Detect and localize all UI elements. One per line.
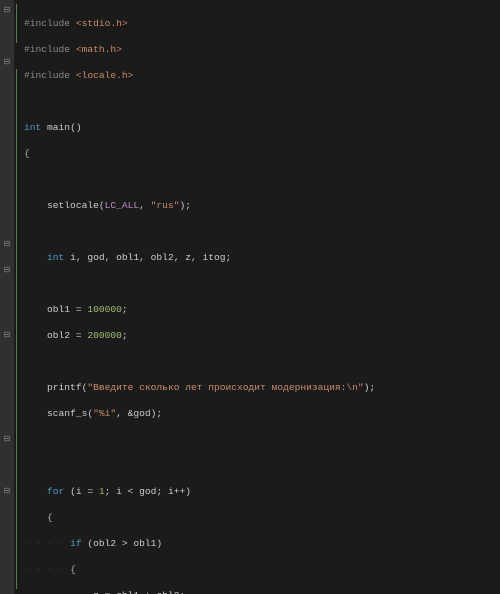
code-line: { [24,147,473,160]
code-line: #include <stdio.h> [24,17,473,30]
fold-icon[interactable]: ⊟ [0,433,14,446]
code-line: · · · · · · z = obl1 + obl2; [24,589,473,594]
code-line: · · · · if (obl2 > obl1) [24,537,473,550]
code-line: scanf_s("%i", &god); [24,407,473,420]
code-line: #include <locale.h> [24,69,473,82]
fold-icon[interactable]: ⊟ [0,264,14,277]
code-line: obl1 = 100000; [24,303,473,316]
fold-icon[interactable]: ⊟ [0,329,14,342]
code-line: { [24,511,473,524]
code-line: setlocale(LC_ALL, "rus"); [24,199,473,212]
fold-icon[interactable]: ⊟ [0,56,14,69]
code-line: #include <math.h> [24,43,473,56]
fold-gutter: ⊟ ⊟ ⊟ ⊟ ⊟ ⊟ ⊟ [0,0,14,594]
code-line: int i, god, obl1, obl2, z, itog; [24,251,473,264]
code-line: for (i = 1; i < god; i++) [24,485,473,498]
indent-guides [14,0,20,594]
fold-icon[interactable]: ⊟ [0,485,14,498]
code-editor[interactable]: ⊟ ⊟ ⊟ ⊟ ⊟ ⊟ ⊟ #include <stdio.h> #includ… [0,0,500,594]
code-line: int main() [24,121,473,134]
fold-icon[interactable]: ⊟ [0,4,14,17]
fold-icon[interactable]: ⊟ [0,238,14,251]
code-line: printf("Введите сколько лет происходит м… [24,381,473,394]
code-line: obl2 = 200000; [24,329,473,342]
code-area[interactable]: #include <stdio.h> #include <math.h> #in… [20,0,473,594]
code-line: · · · · { [24,563,473,576]
